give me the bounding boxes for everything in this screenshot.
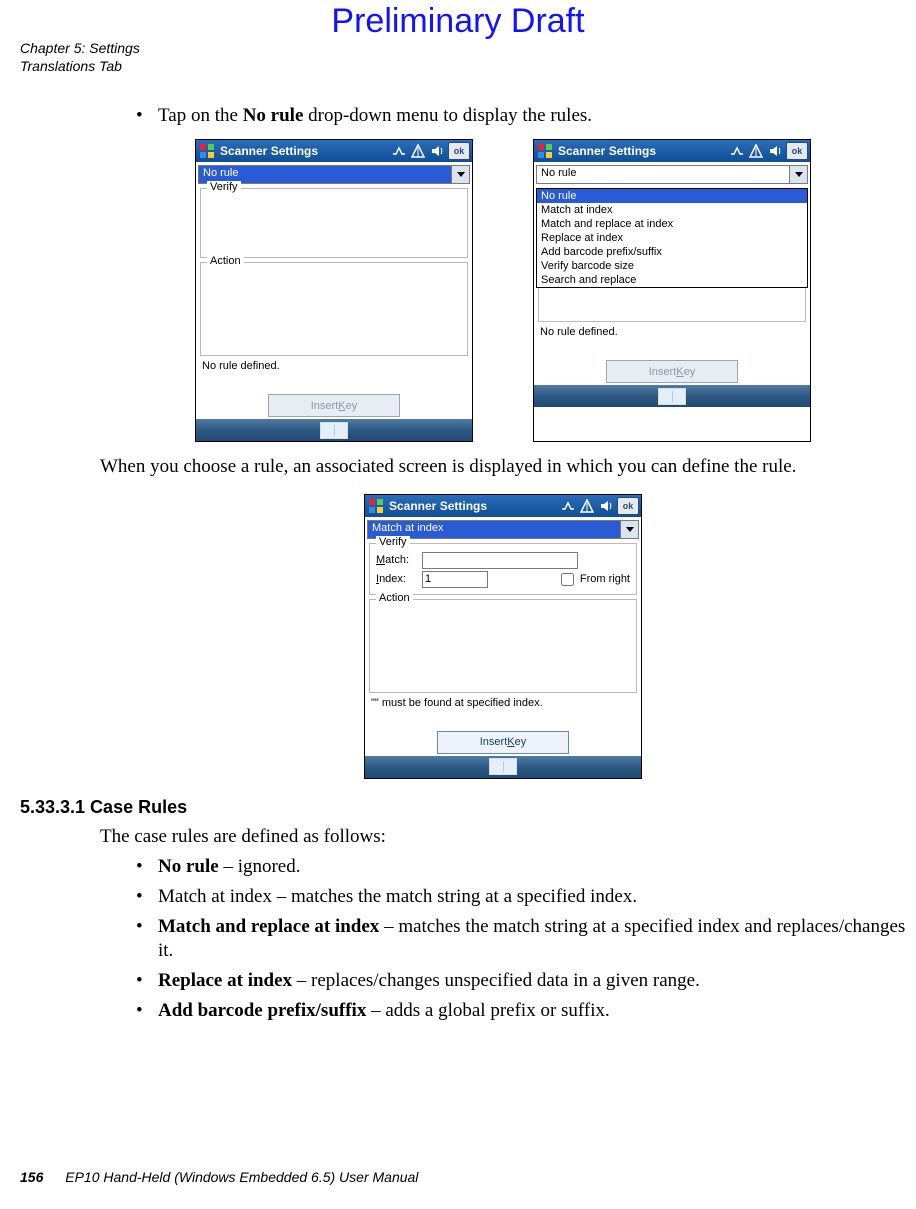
connectivity-icon — [560, 498, 577, 514]
taskbar — [196, 419, 472, 441]
from-right-checkbox[interactable] — [561, 573, 574, 586]
dropdown-option[interactable]: Match and replace at index — [537, 217, 807, 231]
windows-logo-icon — [367, 497, 385, 515]
verify-groupbox: Verify Match: Index: From right — [369, 543, 637, 595]
match-input[interactable] — [422, 552, 578, 569]
from-right-label: From right — [580, 573, 630, 585]
keyboard-icon[interactable] — [658, 388, 686, 405]
titlebar: Scanner Settings ok — [534, 140, 810, 162]
rule-dropdown[interactable]: No rule — [536, 165, 808, 184]
page-header: Chapter 5: Settings Translations Tab — [20, 40, 906, 75]
rule-item: Match and replace at index – matches the… — [136, 915, 906, 964]
dropdown-option[interactable]: Add barcode prefix/suffix — [537, 245, 807, 259]
action-legend: Action — [376, 592, 413, 604]
rule-item: Replace at index – replaces/changes unsp… — [136, 969, 906, 994]
verify-legend: Verify — [207, 181, 241, 193]
instruction-line: •Tap on the No rule drop-down menu to di… — [136, 105, 906, 127]
manual-title: EP10 Hand-Held (Windows Embedded 6.5) Us… — [65, 1169, 418, 1185]
action-legend: Action — [207, 255, 244, 267]
chevron-down-icon[interactable] — [451, 166, 469, 183]
explain-text: When you choose a rule, an associated sc… — [100, 454, 906, 480]
dropdown-option[interactable]: Search and replace — [537, 273, 807, 287]
page-footer: 156 EP10 Hand-Held (Windows Embedded 6.5… — [20, 1169, 418, 1185]
windows-logo-icon — [536, 142, 554, 160]
action-groupbox: Action — [200, 262, 468, 356]
dropdown-option[interactable]: Match at index — [537, 203, 807, 217]
status-text: No rule defined. — [540, 326, 804, 354]
window-title: Scanner Settings — [220, 144, 389, 158]
window-title: Scanner Settings — [558, 144, 727, 158]
signal-icon — [748, 143, 765, 159]
instr-pre: Tap on the — [158, 105, 243, 126]
taskbar — [365, 756, 641, 778]
titlebar: Scanner Settings ok — [196, 140, 472, 162]
dropdown-selected: No rule — [537, 166, 789, 183]
volume-icon — [767, 143, 784, 159]
keyboard-icon[interactable] — [489, 758, 517, 775]
header-section: Translations Tab — [20, 58, 906, 76]
insert-key-button: Insert Key — [606, 360, 738, 383]
action-groupbox — [538, 284, 806, 322]
window-title: Scanner Settings — [389, 499, 558, 513]
screenshot-norule-closed: Scanner Settings ok No rule Verify Actio… — [195, 139, 473, 442]
chevron-down-icon[interactable] — [789, 166, 807, 183]
dropdown-option[interactable]: Replace at index — [537, 231, 807, 245]
screenshot-matchatindex: Scanner Settings ok Match at index Verif… — [364, 494, 642, 779]
dropdown-option[interactable]: Verify barcode size — [537, 259, 807, 273]
rule-item: No rule – ignored. — [136, 855, 906, 880]
windows-logo-icon — [198, 142, 216, 160]
connectivity-icon — [391, 143, 408, 159]
case-rules-list: No rule – ignored. Match at index – matc… — [100, 855, 906, 1023]
screenshot-norule-open: Scanner Settings ok No rule No rule Matc… — [533, 139, 811, 442]
ok-button[interactable]: ok — [786, 142, 808, 160]
verify-legend: Verify — [376, 536, 410, 548]
page-number: 156 — [20, 1169, 43, 1185]
index-input[interactable] — [422, 571, 488, 588]
header-chapter: Chapter 5: Settings — [20, 40, 906, 58]
instr-post: drop-down menu to display the rules. — [303, 105, 592, 126]
signal-icon — [410, 143, 427, 159]
ok-button[interactable]: ok — [617, 497, 639, 515]
section-heading: 5.33.3.1 Case Rules — [20, 797, 906, 818]
status-text: "" must be found at specified index. — [371, 697, 635, 725]
insert-key-button[interactable]: Insert Key — [437, 731, 569, 754]
rule-item: Add barcode prefix/suffix – adds a globa… — [136, 999, 906, 1024]
insert-key-button: Insert Key — [268, 394, 400, 417]
chevron-down-icon[interactable] — [620, 521, 638, 538]
match-label: Match: — [376, 554, 416, 566]
dropdown-list[interactable]: No rule Match at index Match and replace… — [536, 188, 808, 288]
volume-icon — [598, 498, 615, 514]
instr-bold: No rule — [243, 105, 304, 126]
ok-button[interactable]: ok — [448, 142, 470, 160]
dropdown-option[interactable]: No rule — [537, 189, 807, 203]
titlebar: Scanner Settings ok — [365, 495, 641, 517]
volume-icon — [429, 143, 446, 159]
rule-item: Match at index – matches the match strin… — [136, 885, 906, 910]
watermark-text: Preliminary Draft — [0, 2, 916, 41]
action-groupbox: Action — [369, 599, 637, 693]
case-rules-intro: The case rules are defined as follows: — [100, 824, 906, 850]
connectivity-icon — [729, 143, 746, 159]
index-label: Index: — [376, 573, 416, 585]
signal-icon — [579, 498, 596, 514]
keyboard-icon[interactable] — [320, 422, 348, 439]
taskbar — [534, 385, 810, 407]
status-text: No rule defined. — [202, 360, 466, 388]
verify-groupbox: Verify — [200, 188, 468, 258]
